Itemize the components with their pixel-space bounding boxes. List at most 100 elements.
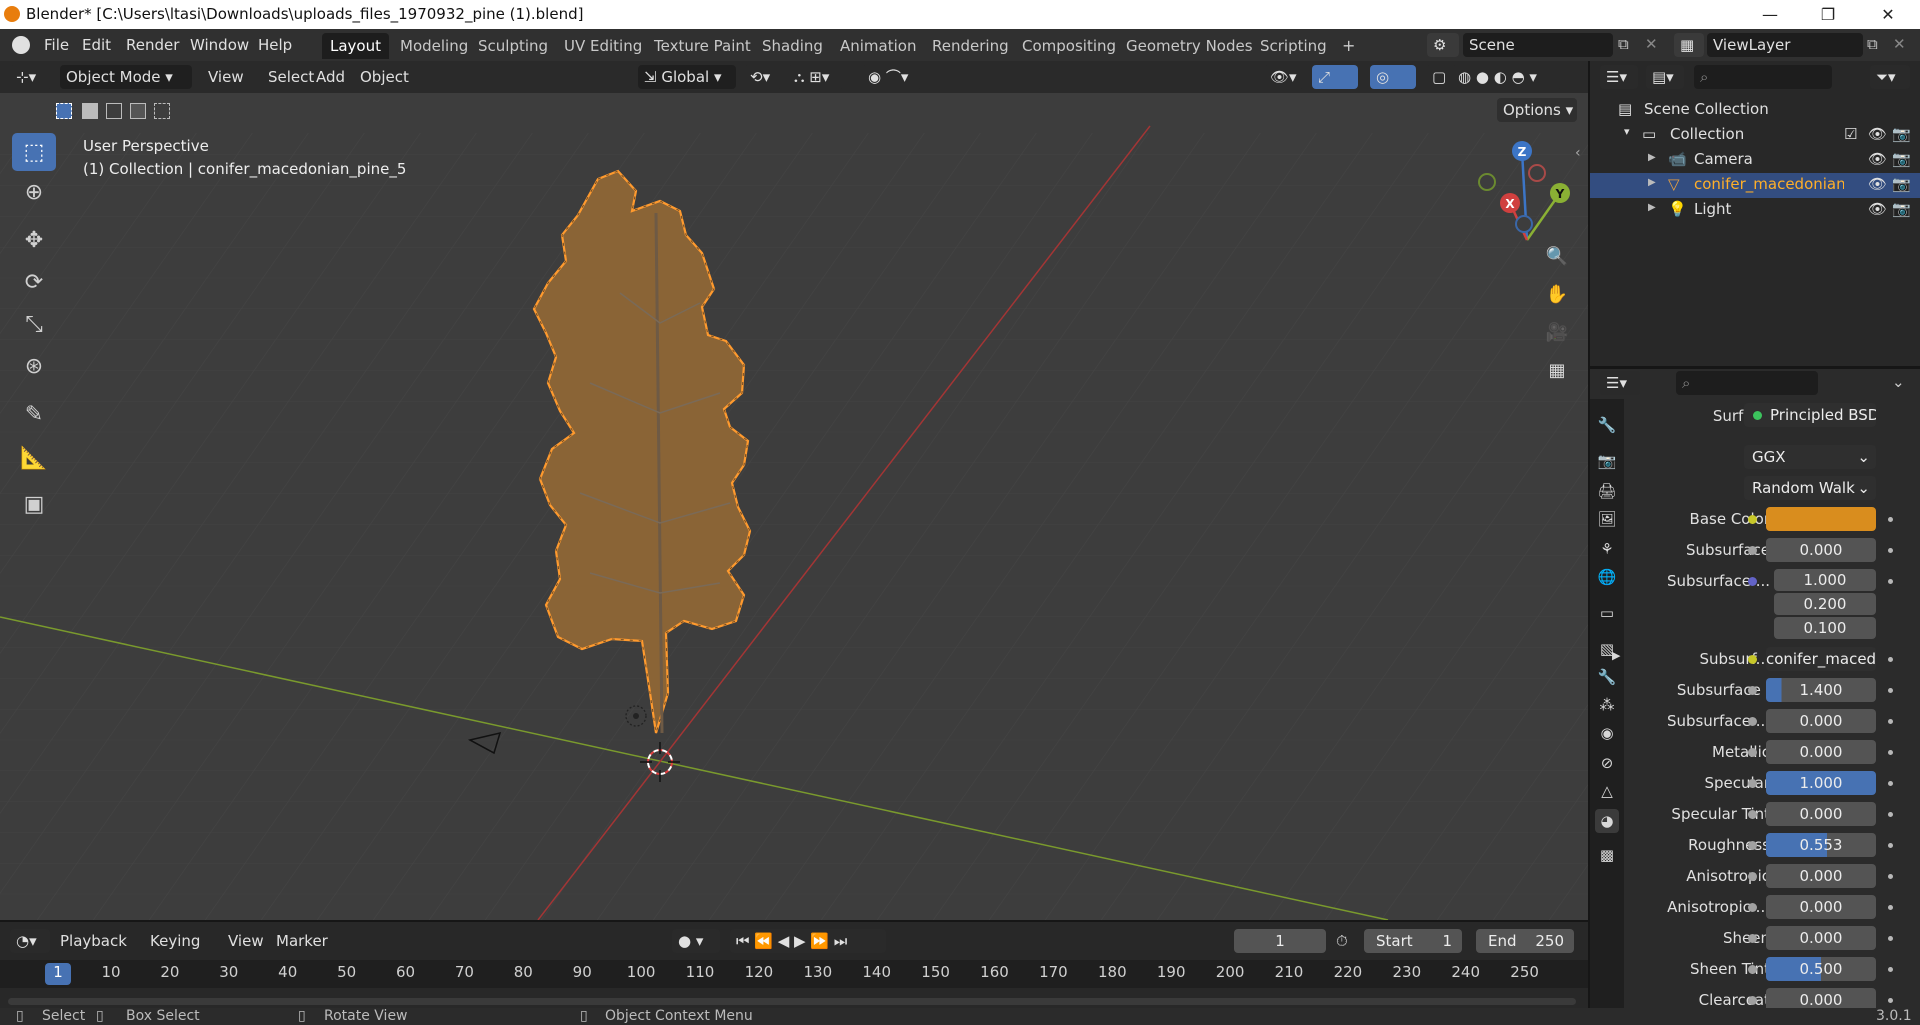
visibility-eye-icon[interactable]: 👁	[1868, 150, 1887, 168]
outliner-editor-type-icon[interactable]: ☰▾	[1600, 65, 1638, 89]
keyframe-dot-icon[interactable]	[1888, 781, 1893, 786]
timeline-menu-view[interactable]: View	[228, 932, 264, 950]
tab-sculpting[interactable]: Sculpting	[470, 33, 556, 59]
view-layer-field[interactable]: ViewLayer	[1707, 33, 1863, 57]
outliner-search-input[interactable]: ⌕	[1694, 65, 1832, 89]
tab-layout[interactable]: Layout	[322, 33, 389, 59]
properties-editor-type-icon[interactable]: ☰▾	[1600, 371, 1640, 395]
menu-file[interactable]: File	[44, 36, 69, 54]
tab-texture-paint[interactable]: Texture Paint	[646, 33, 759, 59]
new-scene-icon[interactable]: ⧉	[1618, 35, 1629, 53]
blender-menu-icon[interactable]	[12, 36, 30, 54]
camera-view-icon[interactable]: 🎥	[1540, 315, 1574, 349]
keyframe-dot-icon[interactable]	[1888, 812, 1893, 817]
pivot-icon[interactable]: ⟲▾	[744, 65, 782, 89]
keyframe-dot-icon[interactable]	[1888, 843, 1893, 848]
viewport-menu-add[interactable]: Add	[316, 68, 345, 86]
minimize-button[interactable]: —	[1742, 0, 1798, 29]
subsurface-method-dropdown[interactable]: Random Walk ⌄	[1744, 476, 1876, 500]
scene-name-field[interactable]: Scene	[1463, 33, 1613, 57]
keyframe-dot-icon[interactable]	[1888, 936, 1893, 941]
stopwatch-icon[interactable]: ⏱	[1336, 932, 1348, 950]
outliner-filter-icon[interactable]: ⏷▾	[1870, 65, 1910, 89]
select-mode-buttons[interactable]	[54, 100, 174, 124]
tab-modeling[interactable]: Modeling	[392, 33, 476, 59]
keyframe-dot-icon[interactable]	[1888, 874, 1893, 879]
outliner-display-mode-icon[interactable]: ▤▾	[1646, 65, 1684, 89]
properties-search-input[interactable]: ⌕	[1676, 371, 1818, 395]
keyframe-dot-icon[interactable]	[1888, 719, 1893, 724]
keyframe-dot-icon[interactable]	[1888, 750, 1893, 755]
menu-help[interactable]: Help	[258, 36, 292, 54]
mode-dropdown[interactable]: Object Mode ▾	[60, 65, 192, 89]
menu-edit[interactable]: Edit	[82, 36, 111, 54]
options-dropdown[interactable]: Options ▾	[1497, 98, 1577, 122]
timeline-editor-type-icon[interactable]: ◔▾	[10, 929, 50, 953]
tab-rendering[interactable]: Rendering	[924, 33, 1017, 59]
expand-arrow-icon[interactable]: ▶	[1648, 177, 1656, 188]
vector-component-field[interactable]: 0.100	[1774, 617, 1876, 639]
visibility-eye-icon[interactable]: 👁	[1868, 175, 1887, 193]
timeline-menu-marker[interactable]: Marker	[276, 932, 328, 950]
current-frame-field[interactable]: 1	[1234, 929, 1326, 953]
outliner-item[interactable]: ▶ 💡 Light 👁 📷	[1590, 198, 1920, 223]
subsurface-color-link[interactable]: conifer_maced...	[1766, 647, 1876, 671]
start-frame-field[interactable]: Start 1	[1364, 929, 1462, 953]
render-camera-icon[interactable]: 📷	[1892, 200, 1911, 218]
view-layer-selector-icon[interactable]: ▦	[1674, 33, 1704, 57]
prop-value-field[interactable]: 0.000	[1766, 895, 1876, 919]
sidebar-toggle-icon[interactable]: ‹	[1575, 145, 1581, 161]
distribution-dropdown[interactable]: GGX ⌄	[1744, 445, 1876, 469]
prop-value-field[interactable]: 0.000	[1766, 740, 1876, 764]
keyframe-dot-icon[interactable]	[1888, 548, 1893, 553]
tab-compositing[interactable]: Compositing	[1014, 33, 1124, 59]
viewport-menu-select[interactable]: Select	[268, 68, 314, 86]
keyframe-dot-icon[interactable]	[1888, 967, 1893, 972]
viewport-menu-view[interactable]: View	[208, 68, 244, 86]
tab-scripting[interactable]: Scripting	[1252, 33, 1335, 59]
end-frame-field[interactable]: End 250	[1476, 929, 1574, 953]
vector-component-field[interactable]: 1.000	[1774, 569, 1876, 591]
prop-value-field[interactable]: 0.000	[1766, 709, 1876, 733]
keyframe-dot-icon[interactable]	[1888, 579, 1893, 584]
add-workspace-icon[interactable]: +	[1342, 36, 1355, 55]
outliner-item[interactable]: ▶ ▽ conifer_macedonian_p 👁 📷	[1590, 173, 1920, 198]
visibility-eye-icon[interactable]: 👁	[1868, 200, 1887, 218]
editor-type-icon[interactable]: ⊹▾	[10, 65, 52, 89]
gizmo-toggle-icon[interactable]: ⤢	[1312, 65, 1358, 89]
playback-controls[interactable]: ⏮ ⏪ ◀ ▶ ⏩ ⏭	[730, 929, 886, 953]
base-color-swatch[interactable]	[1766, 507, 1876, 531]
vector-component-field[interactable]: 0.200	[1774, 593, 1876, 615]
outliner-collection[interactable]: ▾ ▭ Collection ☑ 👁 📷	[1590, 123, 1920, 148]
select-box-tool-icon[interactable]: ⬚	[12, 133, 56, 171]
move-tool-icon[interactable]: ✥	[12, 221, 56, 259]
cursor-tool-icon[interactable]: ⊕	[12, 173, 56, 211]
keyframe-dot-icon[interactable]	[1888, 688, 1893, 693]
select-intersect-icon[interactable]	[154, 103, 170, 119]
collection-visibility-icon[interactable]: 👁	[1868, 125, 1887, 143]
collection-exclude-checkbox[interactable]: ☑	[1844, 125, 1857, 143]
delete-view-layer-icon[interactable]: ✕	[1893, 35, 1906, 53]
prop-value-field[interactable]: 1.000	[1766, 771, 1876, 795]
close-button[interactable]: ✕	[1860, 0, 1916, 29]
shading-modes[interactable]: ◍ ● ◐ ◓ ▾	[1452, 65, 1562, 89]
render-camera-icon[interactable]: 📷	[1892, 150, 1911, 168]
collection-expand-icon[interactable]: ▾	[1624, 125, 1630, 138]
zoom-icon[interactable]: 🔍	[1540, 239, 1574, 273]
outliner-scene-collection[interactable]: ▤ Scene Collection	[1590, 98, 1920, 123]
3d-viewport[interactable]: Z Y X Options ▾ User Perspective (1) Col…	[0, 93, 1588, 920]
keyframe-dot-icon[interactable]	[1888, 905, 1893, 910]
pan-hand-icon[interactable]: ✋	[1540, 277, 1574, 311]
prop-value-field[interactable]: 0.000	[1766, 926, 1876, 950]
select-extend-icon[interactable]	[82, 103, 98, 119]
orientation-dropdown[interactable]: ⇲ Global ▾	[638, 65, 736, 89]
prop-value-field[interactable]: 0.500	[1766, 957, 1876, 981]
prop-value-field[interactable]: 1.400	[1766, 678, 1876, 702]
keyframe-dot-icon[interactable]	[1888, 657, 1893, 662]
outliner-item[interactable]: ▶ 📹 Camera 👁 📷	[1590, 148, 1920, 173]
properties-options-icon[interactable]: ⌄	[1892, 373, 1905, 391]
prop-value-field[interactable]: 0.000	[1766, 538, 1876, 562]
menu-window[interactable]: Window	[190, 36, 249, 54]
overlay-toggle-icon[interactable]: ◎	[1370, 65, 1416, 89]
expand-arrow-icon[interactable]: ▶	[1648, 202, 1656, 213]
